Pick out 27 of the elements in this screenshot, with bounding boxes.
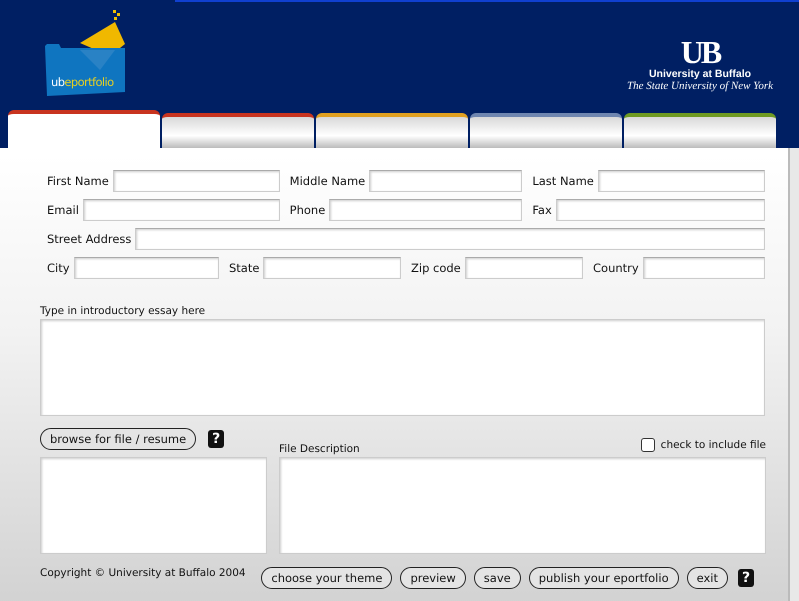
help-icon[interactable]: ?	[208, 430, 224, 448]
file-description-label: File Description	[279, 443, 360, 455]
field-label: Country	[593, 261, 639, 275]
field-label: Last Name	[532, 174, 594, 188]
copyright-text: Copyright © University at Buffalo 2004	[40, 567, 246, 579]
help-icon[interactable]: ?	[738, 569, 754, 587]
essay-label: Type in introductory essay here	[40, 305, 206, 317]
university-name: University at Buffalo	[648, 68, 752, 80]
field-label: Fax	[532, 203, 552, 217]
field-label: City	[47, 261, 70, 275]
field-label: State	[229, 261, 260, 275]
footer-button[interactable]: exit	[686, 567, 728, 589]
field-label: First Name	[47, 174, 109, 188]
university-subtitle: The State University of New York	[627, 80, 773, 93]
field-label: Phone	[290, 203, 326, 217]
footer-button[interactable]: choose your theme	[261, 567, 392, 589]
university-logo-mark: UB	[680, 36, 720, 68]
footer-button[interactable]: publish your eportfolio	[528, 567, 679, 589]
footer-button[interactable]: save	[474, 567, 521, 589]
include-file-label: check to include file	[660, 439, 766, 451]
logo-text: ubeportfolio	[51, 75, 114, 89]
field-label: Middle Name	[290, 174, 366, 188]
field-label: Street Address	[47, 232, 132, 246]
field-label: Zip code	[411, 261, 461, 275]
footer-button[interactable]: preview	[400, 567, 466, 589]
browse-button[interactable]: browse for file / resume	[40, 428, 196, 450]
field-label: Email	[47, 203, 79, 217]
